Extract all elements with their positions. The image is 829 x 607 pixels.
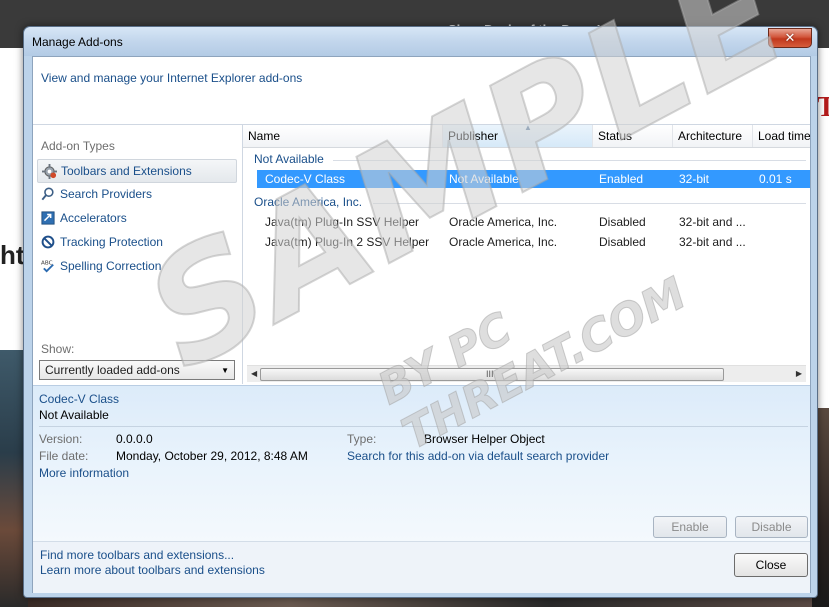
column-load-time[interactable]: Load time (753, 125, 810, 147)
learn-more-link[interactable]: Learn more about toolbars and extensions (40, 563, 265, 577)
addon-types-panel: Add-on Types Toolbars and Extensions Sea… (33, 125, 243, 384)
group-header: Not Available (254, 152, 324, 166)
scrollbar-grip: III (486, 369, 494, 379)
file-date-value: Monday, October 29, 2012, 8:48 AM (116, 449, 308, 463)
table-row[interactable]: Java(tm) Plug-In 2 SSV Helper Oracle Ame… (257, 233, 810, 251)
detail-addon-name: Codec-V Class (39, 392, 120, 406)
cell-architecture: 32-bit and ... (679, 235, 746, 249)
type-item-label: Spelling Correction (60, 259, 162, 273)
show-label: Show: (41, 342, 75, 356)
type-item-label: Search Providers (60, 187, 153, 201)
addon-types-label: Add-on Types (41, 139, 115, 153)
cell-name: Java(tm) Plug-In 2 SSV Helper (265, 235, 430, 249)
type-item-label: Tracking Protection (60, 235, 163, 249)
column-label: Architecture (678, 129, 743, 143)
column-architecture[interactable]: Architecture (673, 125, 753, 147)
close-icon: ✕ (784, 30, 796, 46)
cell-publisher: Not Available (449, 172, 519, 186)
file-date-label: File date: (39, 449, 89, 463)
table-row[interactable]: Codec-V Class Not Available Enabled 32-b… (257, 170, 810, 188)
header-link: View and manage your Internet Explorer a… (41, 71, 303, 85)
addon-list: Name Publisher ▲ Status Architecture Loa… (243, 125, 810, 384)
column-label: Load time (758, 129, 810, 143)
column-name[interactable]: Name (243, 125, 443, 147)
disable-button[interactable]: Disable (735, 516, 808, 538)
type-item-tracking-protection[interactable]: Tracking Protection (37, 231, 235, 253)
type-item-accelerators[interactable]: Accelerators (37, 207, 235, 229)
cell-status: Enabled (599, 172, 644, 186)
footer: Find more toolbars and extensions... Lea… (33, 541, 810, 593)
details-divider (39, 426, 808, 427)
version-value: 0.0.0.0 (116, 432, 153, 446)
column-label: Publisher (448, 129, 499, 143)
table-row[interactable]: Java(tm) Plug-In SSV Helper Oracle Ameri… (257, 213, 810, 231)
group-divider (333, 160, 806, 161)
scroll-left-icon[interactable]: ◀ (251, 369, 257, 378)
details-pane: Codec-V Class Not Available Version: 0.0… (33, 385, 810, 542)
type-item-label: Accelerators (60, 211, 127, 225)
background-right-text: T (817, 92, 829, 123)
cell-status: Disabled (599, 215, 646, 229)
cell-architecture: 32-bit and ... (679, 215, 746, 229)
window-close-button[interactable]: ✕ (768, 28, 812, 48)
find-more-link[interactable]: Find more toolbars and extensions... (40, 548, 234, 562)
search-icon (40, 186, 56, 202)
detail-publisher: Not Available (39, 408, 109, 422)
show-dropdown[interactable]: Currently loaded add-ons ▼ (39, 360, 235, 380)
enable-button[interactable]: Enable (653, 516, 727, 538)
chevron-down-icon: ▼ (221, 365, 229, 375)
type-item-search-providers[interactable]: Search Providers (37, 183, 235, 205)
type-value: Browser Helper Object (424, 432, 545, 446)
header-area: View and manage your Internet Explorer a… (33, 57, 810, 125)
cell-name: Java(tm) Plug-In SSV Helper (265, 215, 420, 229)
cell-load-time: 0.01 s (759, 172, 792, 186)
close-button[interactable]: Close (734, 553, 808, 577)
column-publisher[interactable]: Publisher (443, 125, 593, 147)
type-item-spelling-correction[interactable]: ABC Spelling Correction (37, 255, 235, 277)
background-left-text: ht (0, 240, 25, 270)
cell-publisher: Oracle America, Inc. (449, 235, 558, 249)
dialog-client-area: View and manage your Internet Explorer a… (32, 56, 811, 593)
group-divider (373, 203, 806, 204)
type-item-toolbars-extensions[interactable]: Toolbars and Extensions (37, 159, 237, 183)
accelerator-icon (40, 210, 56, 226)
sort-up-icon: ▲ (524, 125, 532, 132)
column-header: Name Publisher ▲ Status Architecture Loa… (243, 125, 810, 148)
manage-addons-window: Manage Add-ons ✕ View and manage your In… (23, 26, 818, 598)
group-header: Oracle America, Inc. (254, 195, 363, 209)
show-dropdown-value: Currently loaded add-ons (45, 363, 180, 377)
column-status[interactable]: Status (593, 125, 673, 147)
horizontal-scrollbar[interactable]: ◀ III ▶ (247, 365, 806, 382)
cell-publisher: Oracle America, Inc. (449, 215, 558, 229)
spellcheck-icon: ABC (40, 258, 56, 274)
search-addon-link[interactable]: Search for this add-on via default searc… (347, 449, 609, 463)
cell-architecture: 32-bit (679, 172, 710, 186)
title-bar[interactable]: Manage Add-ons ✕ (24, 27, 817, 56)
cell-name: Codec-V Class (265, 172, 346, 186)
more-information-link[interactable]: More information (39, 466, 129, 480)
column-label: Status (598, 129, 633, 143)
gear-icon (41, 163, 57, 179)
scrollbar-thumb[interactable]: III (260, 368, 724, 381)
scroll-right-icon[interactable]: ▶ (796, 369, 802, 378)
block-icon (40, 234, 56, 250)
window-title: Manage Add-ons (32, 35, 123, 49)
type-item-label: Toolbars and Extensions (61, 164, 192, 178)
cell-status: Disabled (599, 235, 646, 249)
version-label: Version: (39, 432, 83, 446)
column-label: Name (248, 129, 281, 143)
type-label: Type: (347, 432, 377, 446)
